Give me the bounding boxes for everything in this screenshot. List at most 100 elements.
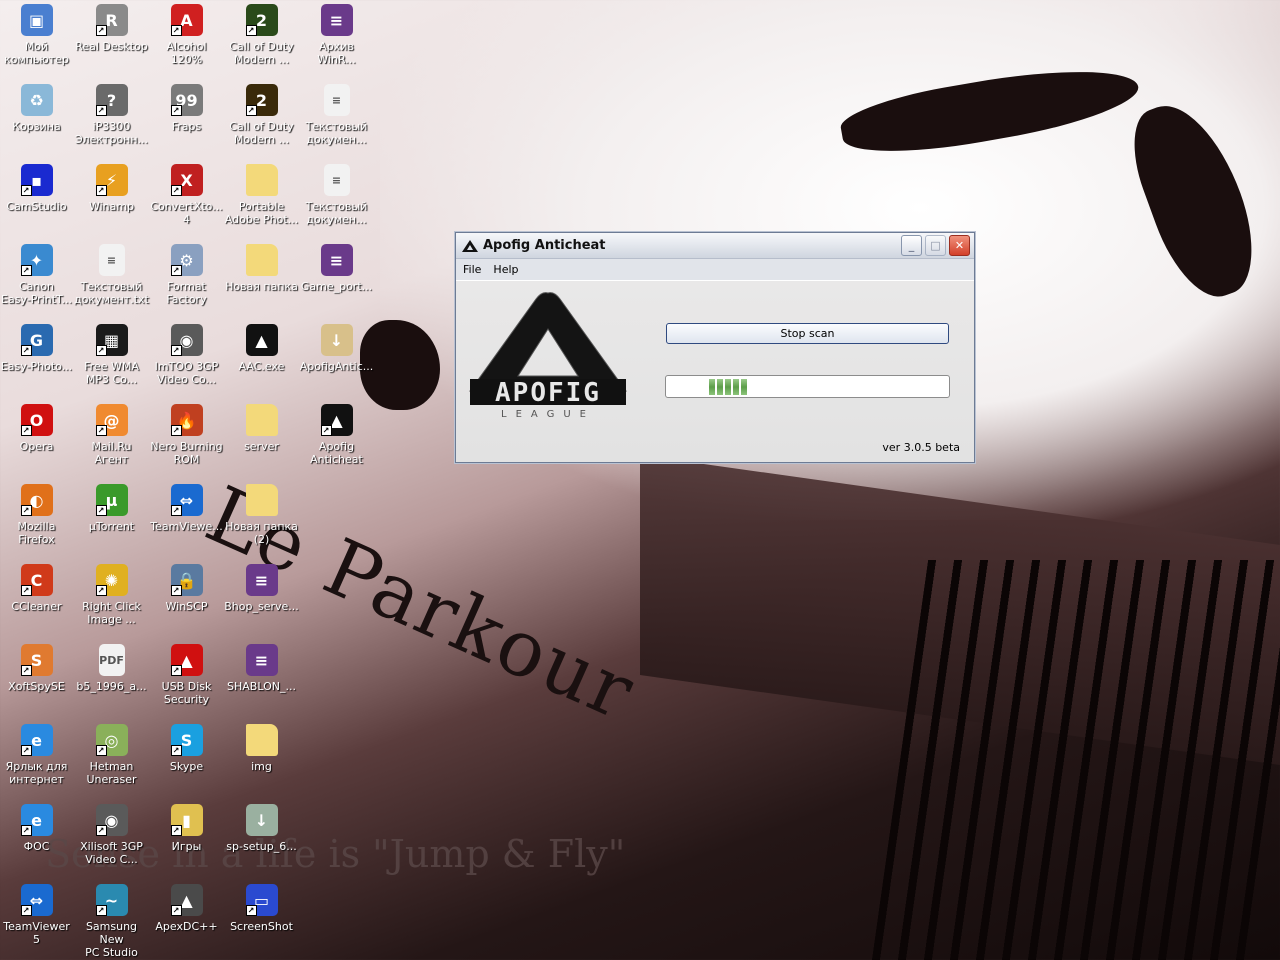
nero-icon: 🔥 ↗ [170, 404, 203, 436]
desktop-icon[interactable]: server [224, 400, 299, 453]
desktop-icon[interactable]: µ ↗ µTorrent [74, 480, 149, 533]
desktop-icon[interactable]: img [224, 720, 299, 773]
shortcut-arrow-icon: ↗ [170, 185, 182, 196]
shortcut-arrow-icon: ↗ [20, 585, 32, 596]
progress-chunk [725, 379, 731, 395]
shortcut-arrow-icon: ↗ [245, 905, 257, 916]
desktop-icon[interactable]: 2 ↗ Call of Duty Modern ... [224, 0, 299, 66]
desktop-icon[interactable]: ▲ ↗ Apofig Anticheat [299, 400, 374, 466]
shortcut-arrow-icon: ↗ [20, 905, 32, 916]
desktop-icon[interactable]: ▣ Мой компьютер [0, 0, 74, 66]
shortcut-arrow-icon: ↗ [170, 25, 182, 36]
desktop-icon[interactable]: O ↗ Opera [0, 400, 74, 453]
logo-text: APOFIG [495, 378, 601, 408]
shortcut-arrow-icon: ↗ [95, 825, 107, 836]
apofig-league-logo: APOFIG LEAGUE [469, 292, 627, 420]
desktop-icon[interactable]: ♻ Корзина [0, 80, 74, 133]
desktop-icon-label: Game_port... [300, 280, 373, 293]
installer-icon: ↓ [320, 324, 353, 356]
desktop-icon[interactable]: ◉ ↗ Xilisoft 3GP Video C... [74, 800, 149, 866]
desktop-icon[interactable]: X ↗ ConvertXto... 4 [149, 160, 224, 226]
shortcut-arrow-icon: ↗ [170, 905, 182, 916]
shortcut-arrow-icon: ↗ [170, 265, 182, 276]
shortcut-arrow-icon: ↗ [95, 25, 107, 36]
desktop-icon[interactable]: Portable Adobe Phot... [224, 160, 299, 226]
desktop-icon[interactable]: S ↗ XoftSpySE [0, 640, 74, 693]
shortcut-arrow-icon: ↗ [20, 505, 32, 516]
menu-file[interactable]: File [463, 263, 481, 276]
desktop-icon[interactable]: ≡ SHABLON_... [224, 640, 299, 693]
desktop-icon[interactable]: ? ↗ iP3300 Электронн... [74, 80, 149, 146]
shortcut-arrow-icon: ↗ [170, 505, 182, 516]
desktop-icon[interactable]: ◉ ↗ ImTOO 3GP Video Co... [149, 320, 224, 386]
desktop-icon[interactable]: 2 ↗ Call of Duty Modern ... [224, 80, 299, 146]
desktop-icon[interactable]: C ↗ CCleaner [0, 560, 74, 613]
film-reel-icon: ◉ ↗ [170, 324, 203, 356]
desktop-icon-label: server [244, 440, 279, 453]
desktop-icon-label: Right Click Image ... [82, 600, 141, 626]
desktop-icon[interactable]: 🔒 ↗ WinSCP [149, 560, 224, 613]
desktop-icon[interactable]: Новая папка (2) [224, 480, 299, 546]
winrar-archive-icon: ≡ [320, 4, 353, 36]
convertxtodvd-icon: X ↗ [170, 164, 203, 196]
desktop-icon[interactable]: e ↗ ФОС [0, 800, 74, 853]
window-body: APOFIG LEAGUE Stop scan ver 3.0.5 beta [456, 281, 974, 462]
desktop-icon[interactable]: e ↗ Ярлык для интернет [0, 720, 74, 786]
desktop-icon[interactable]: ≡ Архив WinR... [299, 0, 374, 66]
desktop-icon[interactable]: ≡ Bhop_serve... [224, 560, 299, 613]
desktop-icon[interactable]: ≡ Текстовый докумен... [299, 160, 374, 226]
desktop-icon[interactable]: @ ↗ Mail.Ru Агент [74, 400, 149, 466]
desktop-icon-label: Корзина [12, 120, 61, 133]
desktop-icon-label: Canon Easy-PrintT... [1, 280, 72, 306]
usb-disk-security-icon: ▲ ↗ [170, 644, 203, 676]
desktop-icon[interactable]: ~ ↗ Samsung New PC Studio [74, 880, 149, 959]
desktop-icon[interactable]: ▲ ↗ USB Disk Security [149, 640, 224, 706]
teamviewer-icon: ⇔ ↗ [170, 484, 203, 516]
maximize-button[interactable]: □ [925, 235, 946, 256]
shortcut-arrow-icon: ↗ [170, 105, 182, 116]
desktop-icon[interactable]: PDF b5_1996_a... [74, 640, 149, 693]
real-desktop-icon: R ↗ [95, 4, 128, 36]
utorrent-icon: µ ↗ [95, 484, 128, 516]
shortcut-arrow-icon: ↗ [95, 505, 107, 516]
desktop-icon[interactable]: A ↗ Alcohol 120% [149, 0, 224, 66]
minimize-button[interactable]: _ [901, 235, 922, 256]
desktop-icon[interactable]: 🔥 ↗ Nero Burning ROM [149, 400, 224, 466]
desktop-icon[interactable]: ▮ ↗ Игры [149, 800, 224, 853]
fraps-icon: 99 ↗ [170, 84, 203, 116]
apofig-logo-icon: ▲ [245, 324, 278, 356]
desktop-icon[interactable]: ▭ ↗ ScreenShot [224, 880, 299, 933]
desktop-icon[interactable]: ≡ Game_port... [299, 240, 374, 293]
stop-scan-button[interactable]: Stop scan [666, 323, 949, 344]
desktop-icon[interactable]: ≡ Текстовый документ.txt [74, 240, 149, 306]
desktop-icon[interactable]: ⚙ ↗ Format Factory [149, 240, 224, 306]
desktop-icon[interactable]: ✺ ↗ Right Click Image ... [74, 560, 149, 626]
desktop-icon[interactable]: ▪ ↗ CamStudio [0, 160, 74, 213]
desktop-icon[interactable]: ↓ ApofigAntic... [299, 320, 374, 373]
desktop-icon[interactable]: ◎ ↗ Hetman Uneraser [74, 720, 149, 786]
title-bar[interactable]: Apofig Anticheat _ □ ✕ [456, 233, 974, 259]
desktop-icon[interactable]: S ↗ Skype [149, 720, 224, 773]
desktop-icon[interactable]: G ↗ Easy-Photo... [0, 320, 74, 373]
desktop-icon[interactable]: ▲ ↗ ApexDC++ [149, 880, 224, 933]
close-button[interactable]: ✕ [949, 235, 970, 256]
printer-manual-icon: ? ↗ [95, 84, 128, 116]
shortcut-arrow-icon: ↗ [245, 25, 257, 36]
menu-help[interactable]: Help [493, 263, 518, 276]
pdf-icon: PDF [98, 644, 125, 676]
desktop-icon[interactable]: ⇔ ↗ TeamViewer 5 [0, 880, 74, 946]
desktop-icon[interactable]: ✦ ↗ Canon Easy-PrintT... [0, 240, 74, 306]
desktop-icon-label: ApexDC++ [155, 920, 218, 933]
desktop-icon[interactable]: ◐ ↗ Mozilla Firefox [0, 480, 74, 546]
window-title: Apofig Anticheat [483, 238, 606, 253]
opera-icon: O ↗ [20, 404, 53, 436]
desktop-icon[interactable]: Новая папка [224, 240, 299, 293]
desktop-icon[interactable]: 99 ↗ Fraps [149, 80, 224, 133]
desktop-icon[interactable]: ⇔ ↗ TeamViewe... [149, 480, 224, 533]
desktop-icon[interactable]: ⚡ ↗ Winamp [74, 160, 149, 213]
desktop-icon[interactable]: R ↗ Real Desktop [74, 0, 149, 53]
desktop-icon[interactable]: ↓ sp-setup_6... [224, 800, 299, 853]
desktop-icon[interactable]: ▲ AAC.exe [224, 320, 299, 373]
desktop-icon[interactable]: ≡ Текстовый докумен... [299, 80, 374, 146]
desktop-icon[interactable]: ▦ ↗ Free WMA MP3 Co... [74, 320, 149, 386]
